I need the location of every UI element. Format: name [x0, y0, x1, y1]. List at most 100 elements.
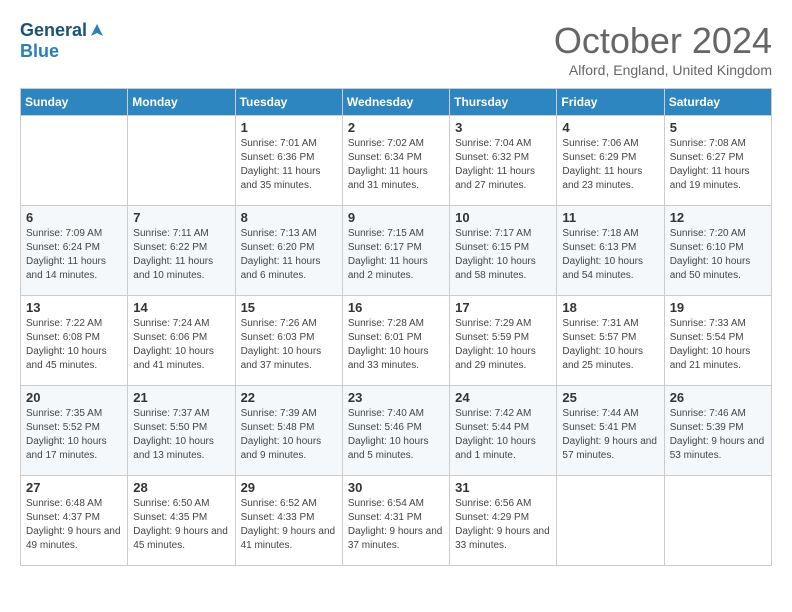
day-info: Sunrise: 7:01 AMSunset: 6:36 PMDaylight:…: [241, 137, 337, 193]
day-info: Sunrise: 7:40 AMSunset: 5:46 PMDaylight:…: [348, 407, 444, 463]
day-info: Sunrise: 7:29 AMSunset: 5:59 PMDaylight:…: [455, 317, 551, 373]
day-info: Sunrise: 7:33 AMSunset: 5:54 PMDaylight:…: [670, 317, 766, 373]
column-header-wednesday: Wednesday: [342, 89, 449, 116]
day-number: 4: [562, 120, 658, 135]
day-number: 2: [348, 120, 444, 135]
day-cell: 24Sunrise: 7:42 AMSunset: 5:44 PMDayligh…: [450, 386, 557, 476]
day-cell: 14 Sunrise: 7:24 AMSunset: 6:06 PMDayligh…: [128, 296, 235, 386]
page-header: General Blue October 2024 Alford, Englan…: [20, 20, 772, 78]
day-info: Sunrise: 6:48 AMSunset: 4:37 PMDaylight:…: [26, 497, 122, 553]
day-cell: 20 Sunrise: 7:35 AMSunset: 5:52 PMDayligh…: [21, 386, 128, 476]
day-number: 16: [348, 300, 444, 315]
day-cell: [664, 476, 771, 566]
day-number: 12: [670, 210, 766, 225]
day-number: 14: [133, 300, 229, 315]
day-cell: 4 Sunrise: 7:06 AMSunset: 6:29 PMDaylight…: [557, 116, 664, 206]
day-info: Sunrise: 7:22 AMSunset: 6:08 PMDaylight:…: [26, 317, 122, 373]
day-cell: 17 Sunrise: 7:29 AMSunset: 5:59 PMDayligh…: [450, 296, 557, 386]
day-number: 25: [562, 390, 658, 405]
day-info: Sunrise: 7:18 AMSunset: 6:13 PMDaylight:…: [562, 227, 658, 283]
location: Alford, England, United Kingdom: [554, 62, 772, 78]
day-cell: 30Sunrise: 6:54 AMSunset: 4:31 PMDayligh…: [342, 476, 449, 566]
day-info: Sunrise: 6:52 AMSunset: 4:33 PMDaylight:…: [241, 497, 337, 553]
day-info: Sunrise: 7:46 AMSunset: 5:39 PMDaylight:…: [670, 407, 766, 463]
day-number: 30: [348, 480, 444, 495]
day-number: 5: [670, 120, 766, 135]
day-number: 8: [241, 210, 337, 225]
day-info: Sunrise: 7:39 AMSunset: 5:48 PMDaylight:…: [241, 407, 337, 463]
day-cell: 22 Sunrise: 7:39 AMSunset: 5:48 PMDayligh…: [235, 386, 342, 476]
day-number: 1: [241, 120, 337, 135]
day-cell: 10Sunrise: 7:17 AMSunset: 6:15 PMDayligh…: [450, 206, 557, 296]
day-cell: 29Sunrise: 6:52 AMSunset: 4:33 PMDayligh…: [235, 476, 342, 566]
week-row-1: 1 Sunrise: 7:01 AMSunset: 6:36 PMDaylight…: [21, 116, 772, 206]
day-number: 18: [562, 300, 658, 315]
logo: General Blue: [20, 20, 105, 62]
day-cell: 11 Sunrise: 7:18 AMSunset: 6:13 PMDayligh…: [557, 206, 664, 296]
day-number: 26: [670, 390, 766, 405]
day-number: 31: [455, 480, 551, 495]
week-row-2: 6 Sunrise: 7:09 AMSunset: 6:24 PMDaylight…: [21, 206, 772, 296]
day-number: 17: [455, 300, 551, 315]
day-cell: 8Sunrise: 7:13 AMSunset: 6:20 PMDaylight…: [235, 206, 342, 296]
day-number: 9: [348, 210, 444, 225]
day-info: Sunrise: 7:06 AMSunset: 6:29 PMDaylight:…: [562, 137, 658, 193]
day-info: Sunrise: 7:09 AMSunset: 6:24 PMDaylight:…: [26, 227, 122, 283]
day-info: Sunrise: 7:31 AMSunset: 5:57 PMDaylight:…: [562, 317, 658, 373]
day-number: 3: [455, 120, 551, 135]
header-row: SundayMondayTuesdayWednesdayThursdayFrid…: [21, 89, 772, 116]
title-block: October 2024 Alford, England, United Kin…: [554, 20, 772, 78]
day-number: 13: [26, 300, 122, 315]
day-cell: 27 Sunrise: 6:48 AMSunset: 4:37 PMDayligh…: [21, 476, 128, 566]
day-number: 15: [241, 300, 337, 315]
day-cell: 18 Sunrise: 7:31 AMSunset: 5:57 PMDayligh…: [557, 296, 664, 386]
day-number: 22: [241, 390, 337, 405]
day-info: Sunrise: 7:15 AMSunset: 6:17 PMDaylight:…: [348, 227, 444, 283]
day-number: 6: [26, 210, 122, 225]
day-info: Sunrise: 7:26 AMSunset: 6:03 PMDaylight:…: [241, 317, 337, 373]
day-cell: 1 Sunrise: 7:01 AMSunset: 6:36 PMDaylight…: [235, 116, 342, 206]
logo-blue-text: Blue: [20, 41, 59, 61]
day-cell: 21Sunrise: 7:37 AMSunset: 5:50 PMDayligh…: [128, 386, 235, 476]
day-number: 28: [133, 480, 229, 495]
day-info: Sunrise: 7:04 AMSunset: 6:32 PMDaylight:…: [455, 137, 551, 193]
day-number: 19: [670, 300, 766, 315]
day-cell: 16Sunrise: 7:28 AMSunset: 6:01 PMDayligh…: [342, 296, 449, 386]
day-cell: 9 Sunrise: 7:15 AMSunset: 6:17 PMDaylight…: [342, 206, 449, 296]
day-cell: 31 Sunrise: 6:56 AMSunset: 4:29 PMDayligh…: [450, 476, 557, 566]
day-cell: 28Sunrise: 6:50 AMSunset: 4:35 PMDayligh…: [128, 476, 235, 566]
day-info: Sunrise: 7:02 AMSunset: 6:34 PMDaylight:…: [348, 137, 444, 193]
day-cell: [128, 116, 235, 206]
week-row-3: 13 Sunrise: 7:22 AMSunset: 6:08 PMDayligh…: [21, 296, 772, 386]
day-cell: 25 Sunrise: 7:44 AMSunset: 5:41 PMDayligh…: [557, 386, 664, 476]
day-number: 27: [26, 480, 122, 495]
day-number: 20: [26, 390, 122, 405]
day-info: Sunrise: 7:11 AMSunset: 6:22 PMDaylight:…: [133, 227, 229, 283]
day-cell: 19 Sunrise: 7:33 AMSunset: 5:54 PMDayligh…: [664, 296, 771, 386]
day-cell: 13 Sunrise: 7:22 AMSunset: 6:08 PMDayligh…: [21, 296, 128, 386]
day-cell: [21, 116, 128, 206]
day-cell: 23Sunrise: 7:40 AMSunset: 5:46 PMDayligh…: [342, 386, 449, 476]
day-number: 7: [133, 210, 229, 225]
day-cell: 2 Sunrise: 7:02 AMSunset: 6:34 PMDaylight…: [342, 116, 449, 206]
week-row-5: 27 Sunrise: 6:48 AMSunset: 4:37 PMDayligh…: [21, 476, 772, 566]
day-info: Sunrise: 7:37 AMSunset: 5:50 PMDaylight:…: [133, 407, 229, 463]
day-cell: 7 Sunrise: 7:11 AMSunset: 6:22 PMDaylight…: [128, 206, 235, 296]
column-header-tuesday: Tuesday: [235, 89, 342, 116]
day-info: Sunrise: 7:08 AMSunset: 6:27 PMDaylight:…: [670, 137, 766, 193]
day-number: 24: [455, 390, 551, 405]
day-info: Sunrise: 6:56 AMSunset: 4:29 PMDaylight:…: [455, 497, 551, 553]
day-cell: [557, 476, 664, 566]
day-info: Sunrise: 7:24 AMSunset: 6:06 PMDaylight:…: [133, 317, 229, 373]
column-header-thursday: Thursday: [450, 89, 557, 116]
day-info: Sunrise: 7:44 AMSunset: 5:41 PMDaylight:…: [562, 407, 658, 463]
day-cell: 15 Sunrise: 7:26 AMSunset: 6:03 PMDayligh…: [235, 296, 342, 386]
day-number: 11: [562, 210, 658, 225]
day-info: Sunrise: 7:35 AMSunset: 5:52 PMDaylight:…: [26, 407, 122, 463]
day-info: Sunrise: 7:17 AMSunset: 6:15 PMDaylight:…: [455, 227, 551, 283]
day-cell: 12Sunrise: 7:20 AMSunset: 6:10 PMDayligh…: [664, 206, 771, 296]
column-header-saturday: Saturday: [664, 89, 771, 116]
logo-bird-icon: [89, 22, 105, 38]
calendar-table: SundayMondayTuesdayWednesdayThursdayFrid…: [20, 88, 772, 566]
column-header-sunday: Sunday: [21, 89, 128, 116]
